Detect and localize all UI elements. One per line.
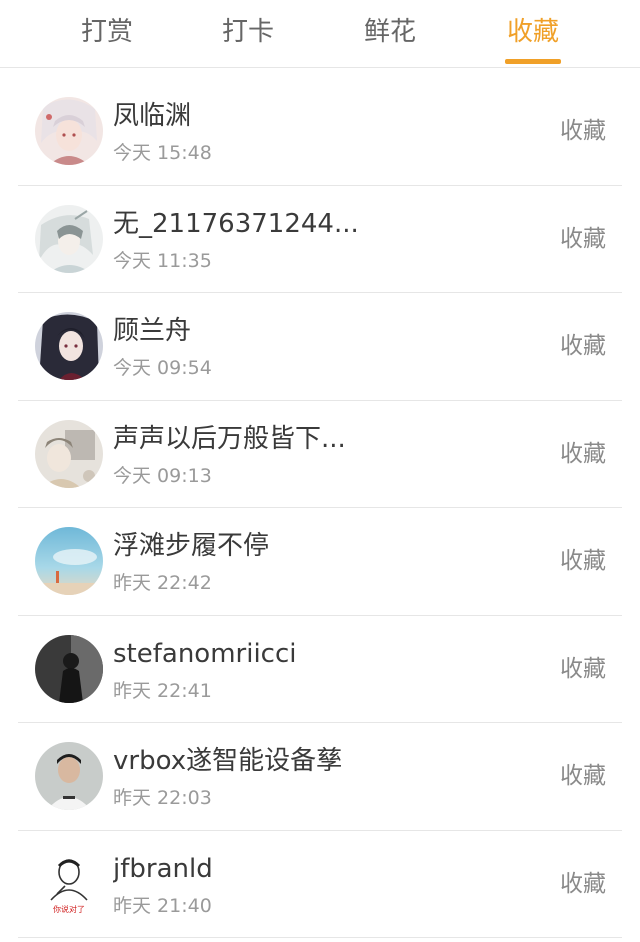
timestamp: 昨天 22:42 xyxy=(113,572,212,594)
action-label: 收藏 xyxy=(560,333,606,359)
silhouette-person-avatar-icon xyxy=(35,634,103,703)
user-name: 顾兰舟 xyxy=(113,316,192,346)
avatar[interactable]: 你说对了 xyxy=(35,849,103,918)
timestamp: 今天 11:35 xyxy=(113,249,212,272)
anime-sketch-avatar-icon xyxy=(35,204,103,273)
avatar[interactable] xyxy=(35,634,103,703)
list-item[interactable]: 声声以后万般皆下... 今天 09:13 收藏 xyxy=(18,401,622,508)
user-name: 凤临渊 xyxy=(113,101,192,131)
avatar[interactable] xyxy=(35,204,103,273)
action-label: 收藏 xyxy=(560,655,606,682)
sketch-man-avatar-icon: 你说对了 xyxy=(35,849,103,918)
list-item[interactable]: 浮滩步履不停 昨天 22:42 收藏 xyxy=(18,508,622,616)
avatar[interactable] xyxy=(35,742,103,810)
action-label: 收藏 xyxy=(560,225,606,252)
tab-flowers[interactable]: 鲜花 xyxy=(345,14,435,54)
avatar[interactable] xyxy=(35,312,103,380)
list-item[interactable]: stefanomriicci 昨天 22:41 收藏 xyxy=(18,616,622,723)
user-name: jfbranld xyxy=(113,853,213,884)
young-man-photo-avatar-icon xyxy=(35,742,103,810)
action-label: 收藏 xyxy=(560,763,606,789)
list-item[interactable]: 顾兰舟 今天 09:54 收藏 xyxy=(18,293,622,401)
list-item[interactable]: vrbox遂智能设备孳 昨天 22:03 收藏 xyxy=(18,723,622,831)
user-name: 无_21176371244... xyxy=(113,208,359,239)
avatar[interactable] xyxy=(35,527,103,595)
action-label: 收藏 xyxy=(560,870,606,897)
user-name: 浮滩步履不停 xyxy=(113,531,270,561)
favorites-list: 凤临渊 今天 15:48 收藏 无_21176371244... 今天 11:3… xyxy=(18,78,622,938)
timestamp: 昨天 22:03 xyxy=(113,787,212,809)
timestamp: 今天 09:13 xyxy=(113,464,212,487)
list-item[interactable]: 无_21176371244... 今天 11:35 收藏 xyxy=(18,186,622,293)
list-item[interactable]: 你说对了 jfbranld 昨天 21:40 收藏 xyxy=(18,831,622,938)
tab-bar: 打赏 打卡 鲜花 收藏 xyxy=(0,0,640,68)
user-name: stefanomriicci xyxy=(113,638,297,669)
avatar[interactable] xyxy=(35,97,103,165)
list-item[interactable]: 凤临渊 今天 15:48 收藏 xyxy=(18,78,622,186)
tab-favorites[interactable]: 收藏 xyxy=(488,14,578,54)
timestamp: 今天 09:54 xyxy=(113,357,212,379)
avatar[interactable] xyxy=(35,419,103,488)
active-tab-indicator xyxy=(505,59,561,64)
anime-grey-avatar-icon xyxy=(35,419,103,488)
avatar-badge-text: 你说对了 xyxy=(53,904,85,914)
action-label: 收藏 xyxy=(560,548,606,574)
timestamp: 昨天 21:40 xyxy=(113,894,212,917)
sky-lighthouse-avatar-icon xyxy=(35,527,103,595)
anime-dark-hair-avatar-icon xyxy=(35,312,103,380)
action-label: 收藏 xyxy=(560,440,606,467)
user-name: vrbox遂智能设备孳 xyxy=(113,746,343,776)
timestamp: 今天 15:48 xyxy=(113,142,212,164)
anime-white-hair-avatar-icon xyxy=(35,97,103,165)
tab-checkin[interactable]: 打卡 xyxy=(203,14,293,54)
tab-reward[interactable]: 打赏 xyxy=(62,14,152,54)
user-name: 声声以后万般皆下... xyxy=(113,423,346,454)
timestamp: 昨天 22:41 xyxy=(113,679,212,702)
action-label: 收藏 xyxy=(560,118,606,144)
